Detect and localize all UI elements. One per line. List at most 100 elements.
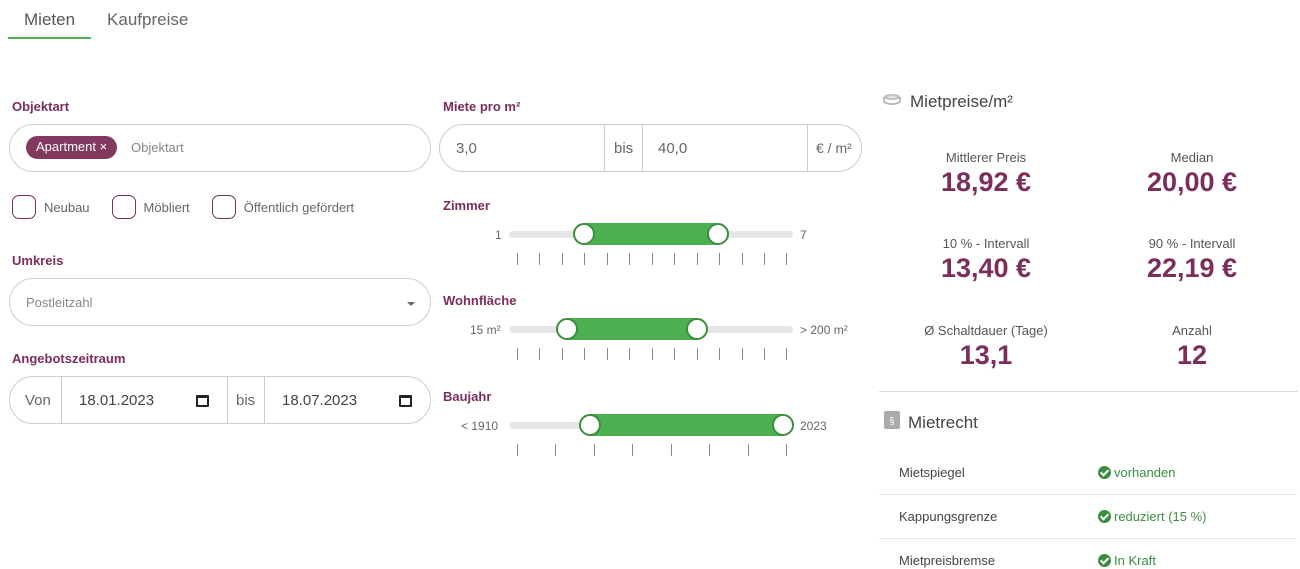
to-date-field[interactable]: 18.07.2023 [282,377,357,423]
baujahr-min-handle[interactable] [579,414,601,436]
tick [697,348,698,360]
tick [709,444,710,456]
stat-value: 18,92 € [940,167,1032,197]
moebliert-checkbox[interactable]: Möbliert [111,195,190,219]
tick [607,348,608,360]
baujahr-min-label: < 1910 [461,419,499,433]
stat-label: 10 % - Intervall [942,236,1030,251]
angebotszeitraum-label: Angebotszeitraum [12,351,126,366]
objektart-placeholder: Objektart [131,140,184,155]
stat-10-intervall: 10 % - Intervall 13,40 € [876,236,1096,284]
wohnflaeche-slider-range [567,318,697,340]
divider [604,125,605,171]
tick [629,348,630,360]
from-date-field[interactable]: 18.01.2023 [79,377,154,423]
tab-kaufpreise[interactable]: Kaufpreise [91,0,204,39]
tick [719,253,720,265]
von-label: Von [25,391,51,409]
wohnflaeche-ticks [517,348,787,360]
tick [607,253,608,265]
divider [264,377,265,423]
neubau-label: Neubau [44,199,90,215]
zimmer-ticks [517,253,787,265]
law-name: Mietpreisbremse [899,553,996,568]
mietpreise-title-text: Mietpreise/m² [910,92,1013,111]
miete-max-field[interactable]: 40,0 [658,125,687,171]
tick [594,444,595,456]
zimmer-min-handle[interactable] [573,223,595,245]
stat-schaltdauer: Ø Schaltdauer (Tage) 13,1 [876,323,1096,371]
apartment-tag[interactable]: Apartment × [26,136,118,159]
neubau-checkbox-box[interactable] [12,195,36,219]
tick [786,348,787,360]
tick [539,348,540,360]
tick [562,348,563,360]
moebliert-checkbox-box[interactable] [111,195,136,219]
calendar-icon[interactable] [196,395,209,407]
divider [227,377,228,423]
moebliert-label: Möbliert [143,199,190,215]
stat-label: Ø Schaltdauer (Tage) [924,323,1048,338]
neubau-checkbox[interactable]: Neubau [12,195,90,219]
stat-label: Median [1170,150,1214,165]
tick [584,253,585,265]
stat-value: 22,19 € [1146,253,1238,283]
zimmer-max-label: 7 [800,228,807,242]
tab-mieten[interactable]: Mieten [8,0,92,39]
wohnflaeche-min-label: 15 m² [470,323,501,337]
divider [61,377,62,423]
stat-value: 13,1 [959,340,1013,370]
baujahr-slider-range [590,414,783,436]
check-circle-icon [1098,510,1111,523]
tick [517,348,518,360]
tick [719,348,720,360]
miete-min-field[interactable]: 3,0 [456,125,477,171]
objektart-input[interactable]: Apartment × Objektart [9,124,431,172]
law-status-text: reduziert (15 %) [1114,509,1207,524]
objektart-label: Objektart [12,99,70,114]
wohnflaeche-min-handle[interactable] [556,318,578,340]
zimmer-label: Zimmer [443,198,490,213]
tick [652,253,653,265]
tick [674,348,675,360]
stat-90-intervall: 90 % - Intervall 22,19 € [1082,236,1300,284]
postleitzahl-placeholder: Postleitzahl [26,295,93,310]
divider [642,125,643,171]
law-name: Mietspiegel [899,465,965,480]
stat-value: 12 [1176,340,1208,370]
oeffentlich-gefoerdert-checkbox-box[interactable] [211,195,236,219]
zimmer-max-handle[interactable] [707,223,729,245]
tick [555,444,556,456]
tick [742,253,743,265]
tick [517,444,518,456]
baujahr-label: Baujahr [443,389,492,404]
law-status: In Kraft [1098,553,1156,568]
law-name: Kappungsgrenze [899,509,998,524]
check-circle-icon [1098,554,1111,567]
wohnflaeche-max-handle[interactable] [686,318,708,340]
law-status-text: vorhanden [1114,465,1176,480]
oeffentlich-gefoerdert-label: Öffentlich gefördert [243,199,355,215]
tick [742,348,743,360]
postleitzahl-select[interactable]: Postleitzahl [9,278,431,326]
section-divider [879,391,1298,392]
tick [748,444,749,456]
svg-text:§: § [890,416,895,427]
tick [786,253,787,265]
date-range-input: Von 18.01.2023 bis 18.07.2023 [9,376,431,424]
tick [671,444,672,456]
stat-median: Median 20,00 € [1082,150,1300,198]
stat-value: 20,00 € [1146,167,1238,197]
coins-icon [882,92,902,112]
tick [584,348,585,360]
baujahr-max-handle[interactable] [772,414,794,436]
calendar-icon[interactable] [399,395,412,407]
tick [629,253,630,265]
filter-checkboxes: Neubau Möbliert Öffentlich gefördert [12,195,376,219]
baujahr-ticks [517,444,787,456]
tick [562,253,563,265]
zimmer-slider-range [584,223,718,245]
law-book-icon: § [884,411,900,434]
mietpreise-title: Mietpreise/m² [882,92,1013,112]
oeffentlich-gefoerdert-checkbox[interactable]: Öffentlich gefördert [211,195,355,219]
